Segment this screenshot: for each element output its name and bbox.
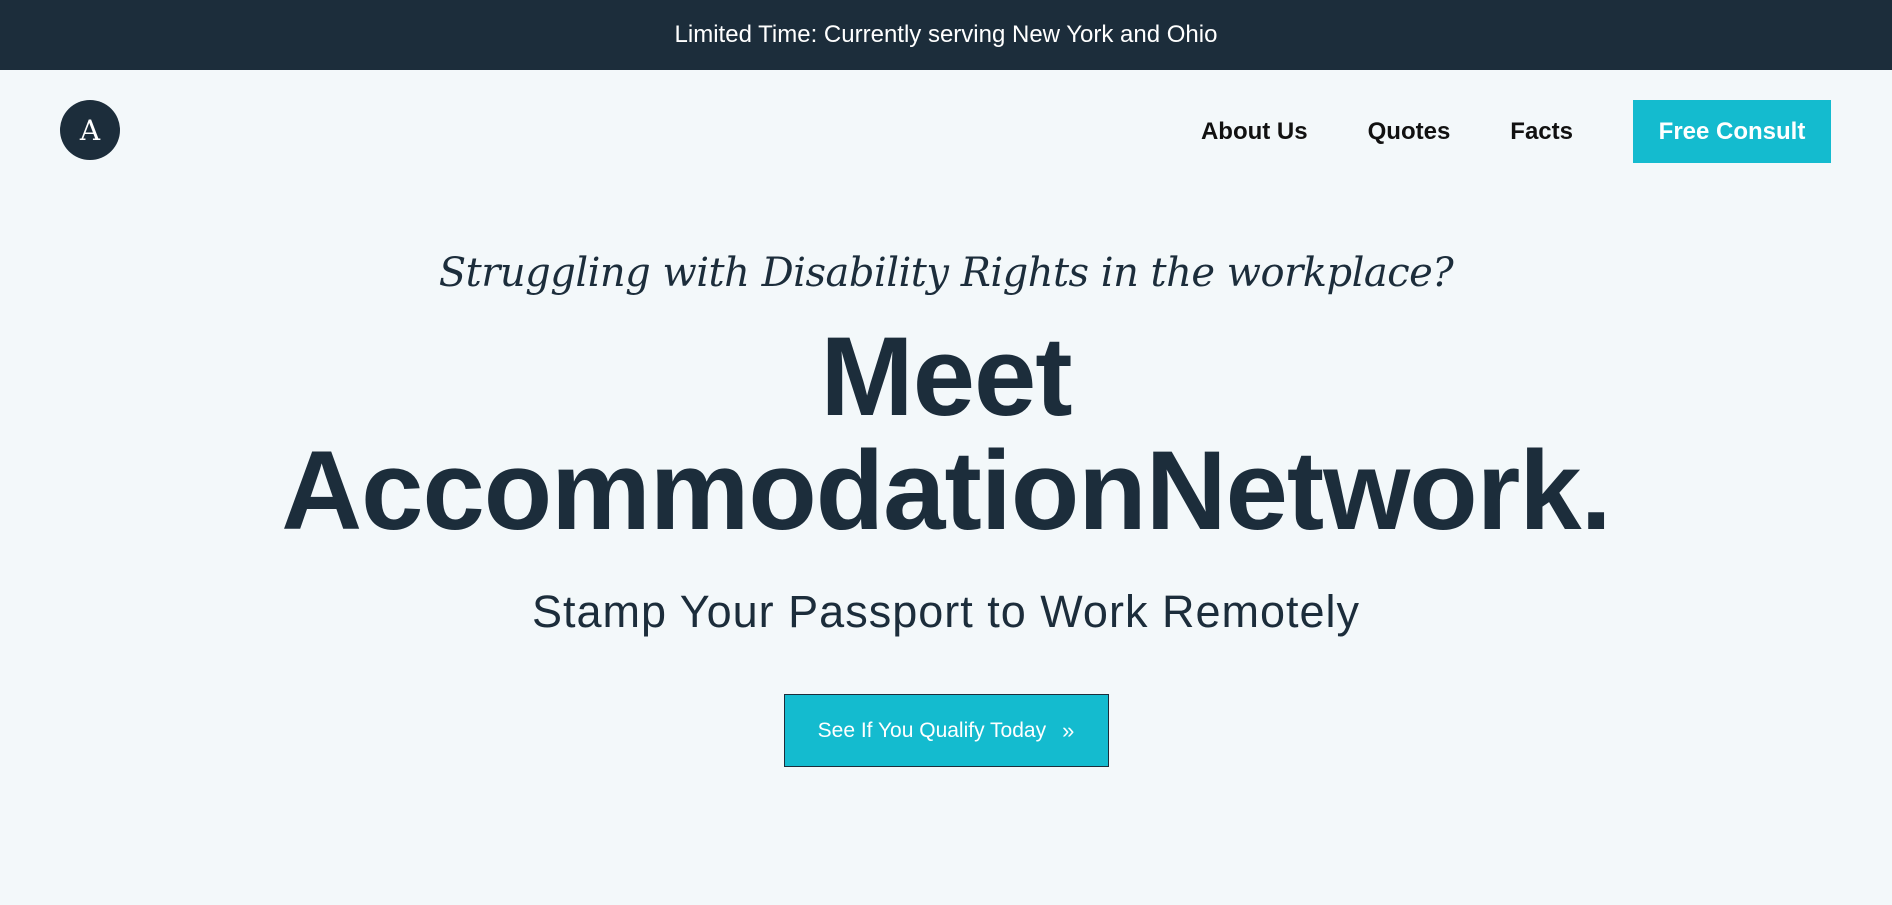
nav-link-facts[interactable]: Facts [1510, 118, 1573, 146]
announcement-text: Limited Time: Currently serving New York… [674, 21, 1218, 48]
hero-subheadline: Stamp Your Passport to Work Remotely [531, 586, 1361, 637]
qualify-button-label: See If You Qualify Today [817, 718, 1047, 742]
logo-letter: A [79, 113, 101, 147]
hero-tagline: Struggling with Disability Rights in the… [438, 250, 1454, 296]
hero-headline: Meet AccommodationNetwork. [0, 320, 1892, 548]
site-header: A About Us Quotes Facts Free Consult [0, 70, 1892, 192]
hero-section: Struggling with Disability Rights in the… [0, 192, 1892, 767]
free-consult-label: Free Consult [1658, 117, 1806, 145]
hero-headline-line1: Meet [820, 314, 1072, 439]
nav-link-about-us[interactable]: About Us [1201, 118, 1308, 146]
free-consult-button[interactable]: Free Consult [1633, 100, 1831, 163]
logo[interactable]: A [60, 100, 120, 160]
nav-link-quotes[interactable]: Quotes [1368, 118, 1451, 146]
main-nav: About Us Quotes Facts Free Consult [1201, 100, 1831, 163]
double-chevron-right-icon: » [1062, 717, 1075, 743]
announcement-bar: Limited Time: Currently serving New York… [0, 0, 1892, 70]
qualify-button[interactable]: See If You Qualify Today » [783, 694, 1109, 767]
hero-headline-line2: AccommodationNetwork. [281, 428, 1611, 553]
